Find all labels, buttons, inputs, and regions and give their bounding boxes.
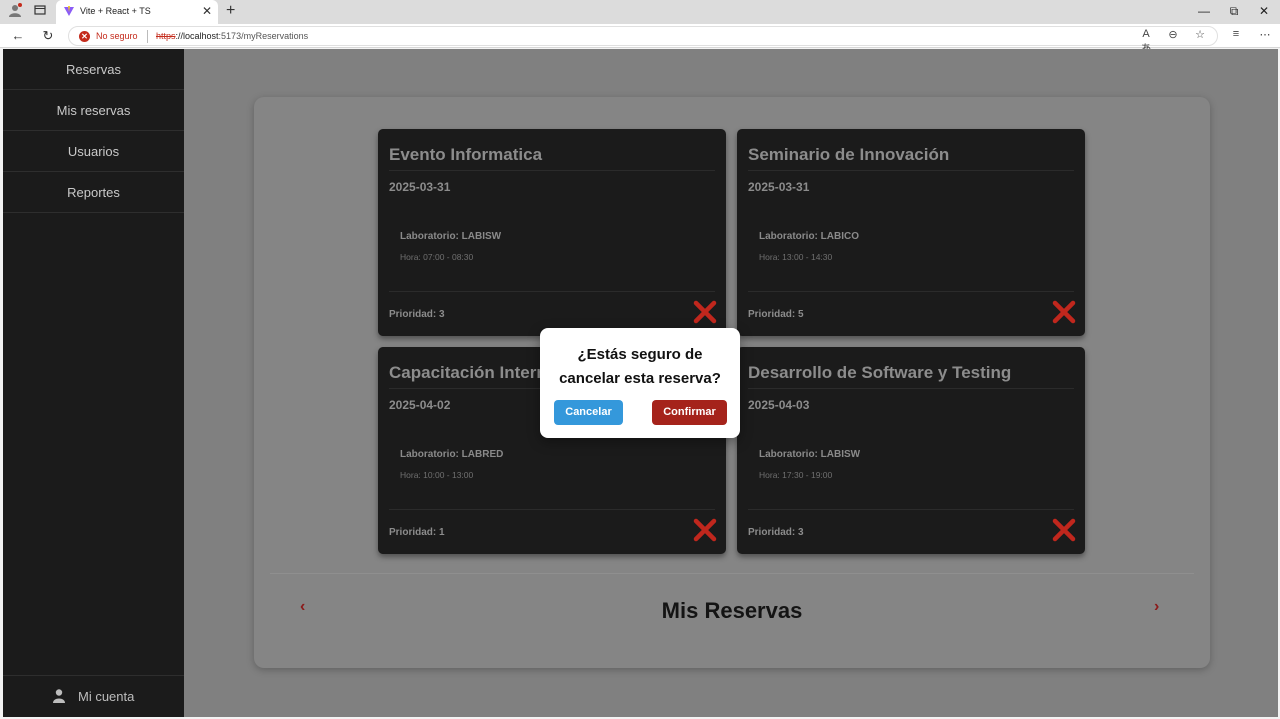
reservation-date: 2025-03-31 — [748, 180, 810, 194]
url-text: https://localhost:5173/myReservations — [156, 31, 309, 41]
user-icon — [53, 689, 65, 703]
reservation-priority: Prioridad: 5 — [748, 309, 804, 320]
reservation-priority: Prioridad: 3 — [748, 527, 804, 538]
favorites-list-icon[interactable]: ≡ — [1228, 28, 1244, 40]
panel-divider — [270, 573, 1194, 574]
minimize-icon[interactable]: — — [1194, 4, 1214, 18]
reload-icon[interactable]: ↻ — [39, 28, 57, 44]
delete-reservation-icon[interactable] — [693, 518, 717, 542]
divider — [389, 509, 715, 510]
delete-reservation-icon[interactable] — [1052, 300, 1076, 324]
profile-icon[interactable] — [6, 3, 24, 21]
reservation-priority: Prioridad: 1 — [389, 527, 445, 538]
more-tools-icon[interactable]: ⊖ — [1165, 28, 1181, 41]
reservation-hours: Hora: 13:00 - 14:30 — [759, 252, 833, 262]
divider — [389, 170, 715, 171]
reservation-date: 2025-04-02 — [389, 398, 451, 412]
close-window-icon[interactable]: ✕ — [1254, 4, 1274, 18]
reservation-hours: Hora: 10:00 - 13:00 — [400, 470, 474, 480]
reservation-card: Seminario de Innovación 2025-03-31 Labor… — [737, 129, 1085, 336]
restore-icon[interactable]: ⧉ — [1224, 4, 1244, 19]
reservation-title: Capacitación Intern — [389, 363, 547, 382]
url-separator — [147, 30, 148, 43]
account-label: Mi cuenta — [78, 689, 135, 704]
sidebar: Reservas Mis reservas Usuarios Reportes … — [3, 49, 184, 717]
dialog-message: ¿Estás seguro de cancelar esta reserva? — [550, 343, 730, 391]
divider — [748, 291, 1074, 292]
reservation-title: Evento Informatica — [389, 145, 543, 164]
back-icon[interactable]: ← — [9, 28, 27, 43]
reservation-date: 2025-03-31 — [389, 180, 451, 194]
browser-tab-bar: Vite + React + TS ✕ + — ⧉ ✕ — [0, 0, 1280, 24]
favorite-star-icon[interactable]: ☆ — [1192, 28, 1208, 41]
sidebar-item-reportes[interactable]: Reportes — [3, 172, 184, 213]
not-secure-icon: ✕ — [79, 31, 90, 42]
tab-close-icon[interactable]: ✕ — [202, 4, 212, 18]
reservation-card: Desarrollo de Software y Testing 2025-04… — [737, 347, 1085, 554]
dialog-message-line-1: ¿Estás seguro de — [577, 346, 703, 363]
sidebar-item-reservas[interactable]: Reservas — [3, 49, 184, 90]
new-tab-icon[interactable]: + — [226, 2, 235, 20]
tab-vite-react[interactable]: Vite + React + TS ✕ — [56, 0, 218, 24]
sidebar-item-mis-reservas[interactable]: Mis reservas — [3, 90, 184, 131]
browser-address-bar: ← ↻ ✕ No seguro https://localhost:5173/m… — [0, 24, 1280, 55]
reservation-title: Seminario de Innovación — [748, 145, 950, 164]
page-title: Mis Reservas — [661, 598, 803, 623]
sidebar-item-usuarios[interactable]: Usuarios — [3, 131, 184, 172]
reservation-hours: Hora: 17:30 - 19:00 — [759, 470, 833, 480]
divider — [748, 170, 1074, 171]
reservation-lab: Laboratorio: LABISW — [759, 449, 861, 460]
divider — [748, 388, 1074, 389]
divider — [748, 509, 1074, 510]
cancel-confirmation-dialog: ¿Estás seguro de cancelar esta reserva? … — [540, 328, 740, 438]
tab-title: Vite + React + TS — [80, 6, 151, 16]
reservation-lab: Laboratorio: LABICO — [759, 231, 859, 242]
vite-favicon-icon — [64, 6, 74, 16]
reservation-date: 2025-04-03 — [748, 398, 810, 412]
reservation-title: Desarrollo de Software y Testing — [748, 363, 1012, 382]
delete-reservation-icon[interactable] — [693, 300, 717, 324]
reservation-card: Evento Informatica 2025-03-31 Laboratori… — [378, 129, 726, 336]
security-label[interactable]: No seguro — [96, 31, 138, 41]
tab-actions-icon[interactable] — [31, 3, 49, 21]
reservation-hours: Hora: 07:00 - 08:30 — [400, 252, 474, 262]
dialog-message-line-2: cancelar esta reserva? — [559, 370, 721, 387]
next-page-arrow[interactable]: › — [1154, 598, 1159, 616]
cancel-button[interactable]: Cancelar — [554, 400, 623, 425]
menu-dots-icon[interactable]: ⋯ — [1257, 28, 1273, 41]
divider — [389, 291, 715, 292]
account-button[interactable]: Mi cuenta — [3, 675, 184, 717]
reservation-lab: Laboratorio: LABISW — [400, 231, 502, 242]
delete-reservation-icon[interactable] — [1052, 518, 1076, 542]
reservation-priority: Prioridad: 3 — [389, 309, 445, 320]
url-input[interactable]: ✕ No seguro https://localhost:5173/myRes… — [68, 26, 1218, 46]
reservation-lab: Laboratorio: LABRED — [400, 449, 504, 460]
confirm-button[interactable]: Confirmar — [652, 400, 727, 425]
